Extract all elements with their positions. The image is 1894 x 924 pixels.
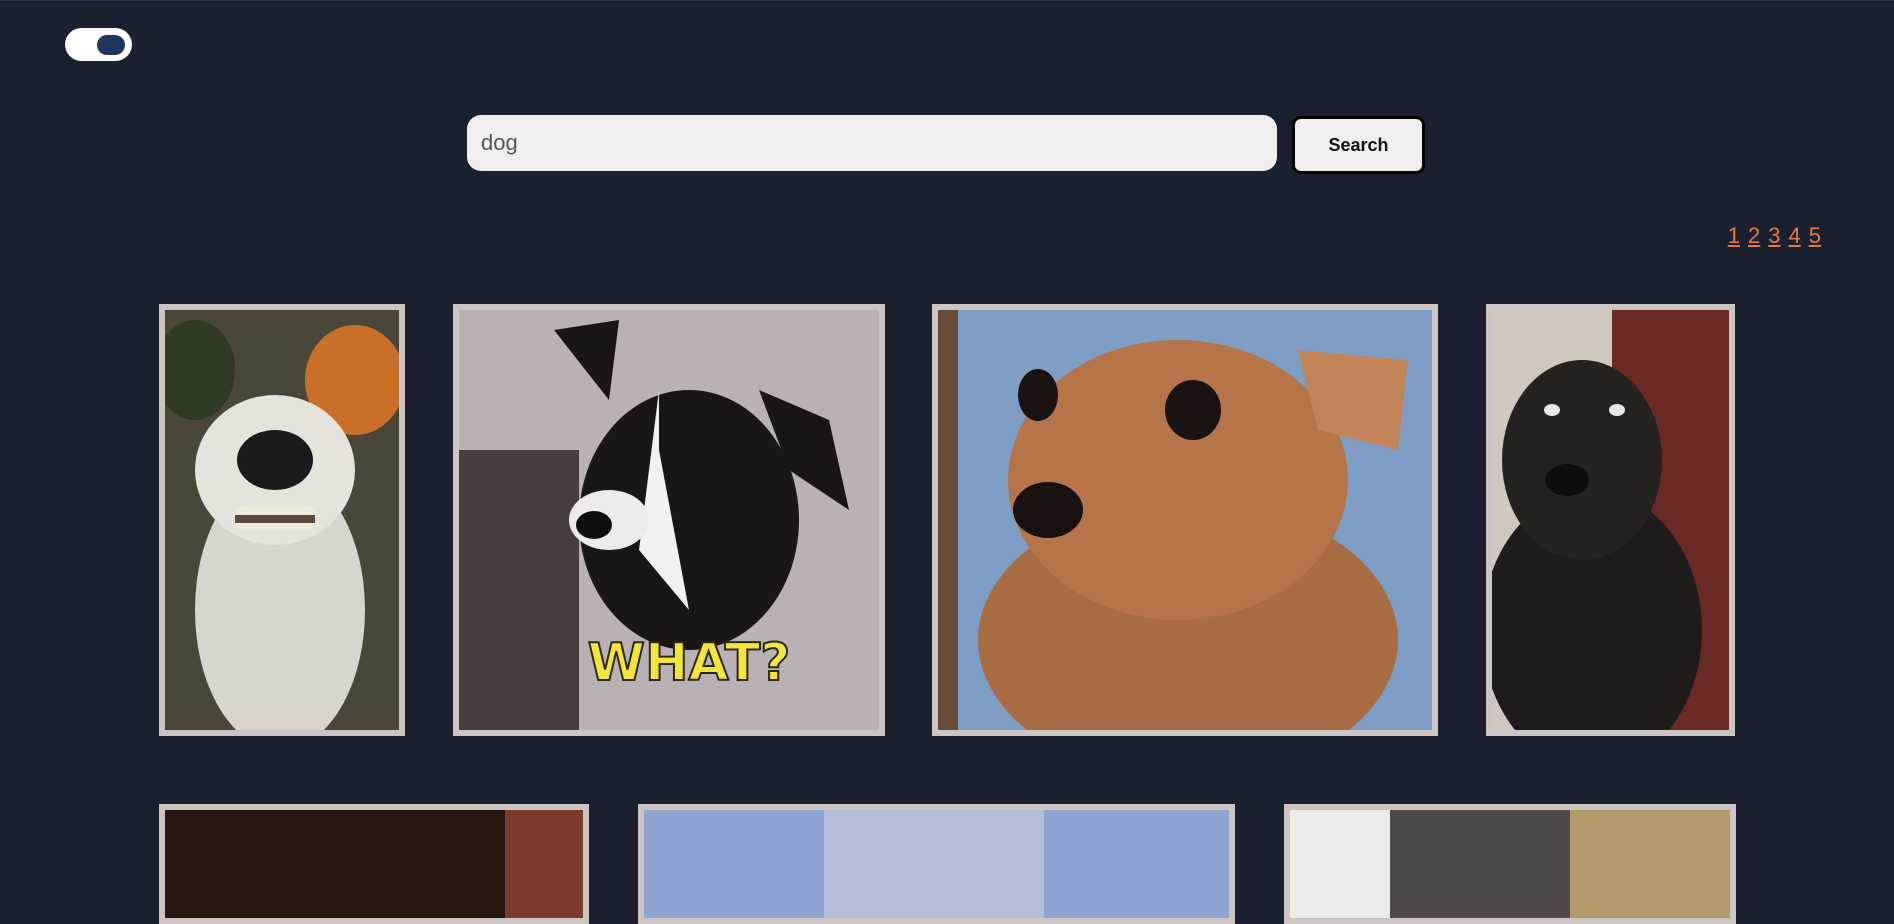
pagination: 1 2 3 4 5 <box>1728 223 1821 249</box>
page-link-3[interactable]: 3 <box>1768 223 1780 249</box>
what-caption: WHAT? <box>588 633 791 693</box>
gif-card-cat[interactable] <box>1284 804 1736 924</box>
black-lab-image <box>1492 310 1729 730</box>
light-photo-image <box>644 810 1229 918</box>
dark-dog-image <box>165 810 583 918</box>
gif-card-what-dog[interactable]: WHAT? <box>453 304 885 736</box>
chihuahua-image <box>938 310 1432 730</box>
theme-toggle-knob <box>97 35 125 55</box>
gif-card-smiling-dog[interactable] <box>159 304 405 736</box>
page-link-1[interactable]: 1 <box>1728 223 1740 249</box>
page-link-5[interactable]: 5 <box>1809 223 1821 249</box>
page-link-2[interactable]: 2 <box>1748 223 1760 249</box>
cat-image <box>1290 810 1730 918</box>
gif-card-black-lab[interactable] <box>1486 304 1735 736</box>
gif-card-dark-dog[interactable] <box>159 804 589 924</box>
theme-toggle[interactable] <box>65 28 132 61</box>
search-input[interactable] <box>467 115 1277 171</box>
what-dog-image: WHAT? <box>459 310 879 730</box>
gif-card-chihuahua[interactable] <box>932 304 1438 736</box>
page-link-4[interactable]: 4 <box>1789 223 1801 249</box>
top-border <box>0 0 1894 1</box>
gif-card-light-photo[interactable] <box>638 804 1235 924</box>
search-button[interactable]: Search <box>1292 116 1425 174</box>
smiling-dog-image <box>165 310 399 730</box>
